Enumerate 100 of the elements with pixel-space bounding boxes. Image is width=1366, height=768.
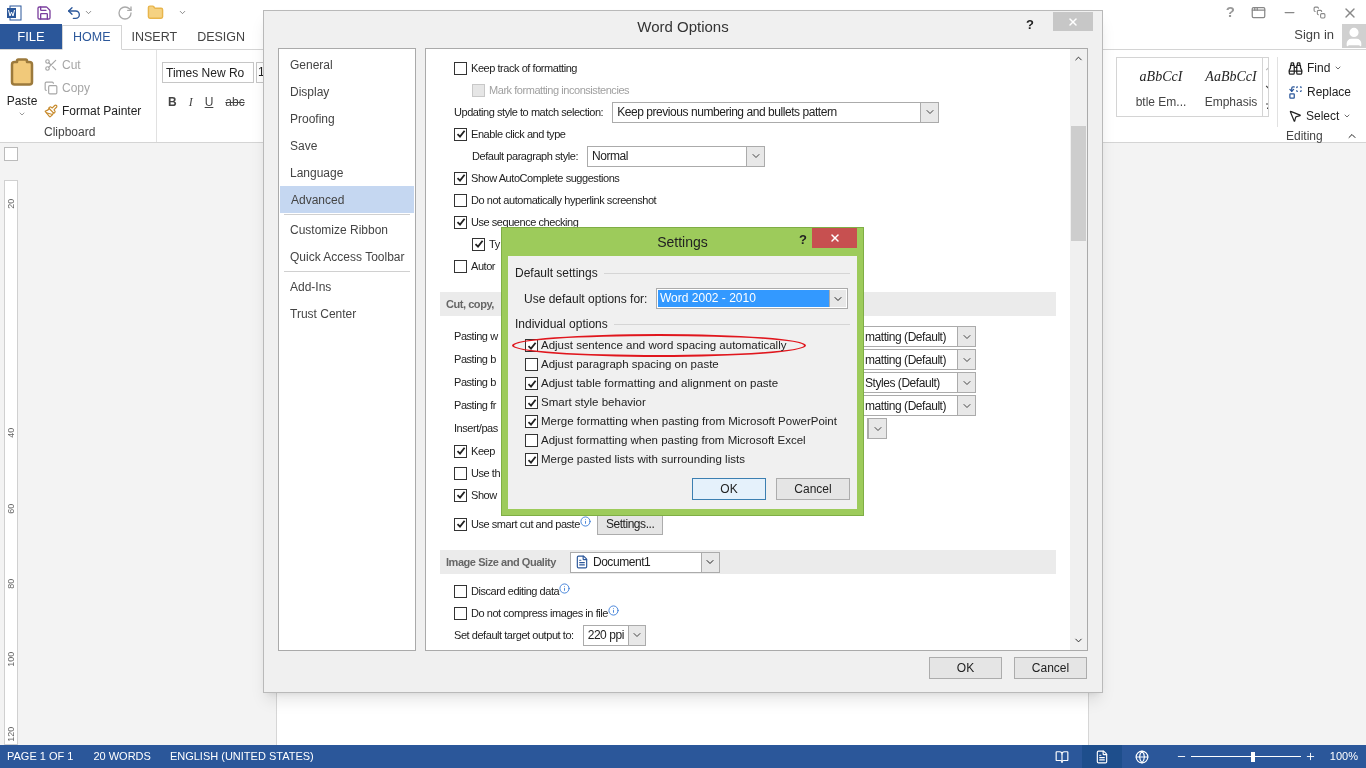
- print-view-button[interactable]: [1081, 745, 1122, 768]
- checkbox[interactable]: [454, 215, 467, 229]
- checkbox[interactable]: [472, 237, 485, 251]
- group-title: Individual options: [515, 316, 608, 333]
- option-label: Use sequence checking: [471, 214, 579, 230]
- category-item[interactable]: Advanced: [280, 186, 414, 213]
- select-button[interactable]: Select: [1288, 105, 1352, 127]
- category-item[interactable]: General: [279, 51, 415, 78]
- checkbox[interactable]: [525, 358, 538, 371]
- group-label: Editing: [1286, 128, 1323, 145]
- dropdown[interactable]: Keep previous numbering and bullets pattern: [612, 101, 940, 123]
- language-status[interactable]: ENGLISH (UNITED STATES): [150, 748, 314, 765]
- dialog-button[interactable]: Cancel: [776, 478, 850, 500]
- section-title: Image Size and Quality: [446, 554, 556, 570]
- zoom-in-icon[interactable]: [1304, 751, 1316, 762]
- checkbox[interactable]: [454, 606, 467, 620]
- help-button[interactable]: ?: [799, 230, 807, 250]
- category-item[interactable]: Quick Access Toolbar: [279, 243, 415, 270]
- checkbox[interactable]: [525, 434, 538, 447]
- format-button[interactable]: I: [188, 93, 193, 111]
- checkbox[interactable]: [454, 171, 467, 185]
- category-item[interactable]: Save: [279, 132, 415, 159]
- style-item[interactable]: aBbCcI btle Em...: [1130, 58, 1192, 116]
- option-label: Show: [471, 487, 497, 503]
- checkbox[interactable]: [454, 127, 467, 141]
- option-label: Keep track of formatting: [471, 60, 577, 76]
- option-label: Smart style behavior: [541, 394, 646, 410]
- checkbox[interactable]: [525, 377, 538, 390]
- ribbon-tab[interactable]: HOME: [62, 25, 122, 50]
- dropdown[interactable]: Normal: [587, 145, 765, 167]
- checkbox[interactable]: [454, 193, 467, 207]
- option-label: Pasting b: [454, 375, 496, 391]
- style-item[interactable]: AaBbCcI Emphasis: [1200, 58, 1262, 116]
- checkbox[interactable]: [454, 444, 467, 458]
- category-item[interactable]: Trust Center: [279, 300, 415, 327]
- globe-icon: [1134, 749, 1149, 764]
- save-icon[interactable]: [36, 4, 52, 21]
- group-label: Clipboard: [44, 124, 96, 141]
- ribbon-tab[interactable]: INSERT: [121, 25, 188, 50]
- ribbon-tab[interactable]: DESIGN: [187, 25, 256, 50]
- page-count[interactable]: PAGE 1 OF 1: [0, 748, 74, 765]
- caret-icon[interactable]: [84, 8, 93, 17]
- file-tab[interactable]: FILE: [0, 24, 62, 49]
- option-label: Pasting w: [454, 329, 498, 345]
- format-painter-button[interactable]: Format Painter: [44, 101, 142, 121]
- option-label: Do not automatically hyperlink screenshot: [471, 192, 657, 208]
- paste-button[interactable]: Paste: [0, 54, 44, 122]
- category-item[interactable]: Add-Ins: [279, 273, 415, 300]
- restore-icon[interactable]: [1313, 6, 1326, 19]
- ruler-number: 40: [5, 426, 18, 440]
- checkbox[interactable]: [454, 61, 467, 75]
- option-label: Do not compress images in file: [471, 605, 608, 621]
- ruler-number: 60: [5, 502, 18, 516]
- zoom-thumb[interactable]: [1251, 751, 1256, 762]
- replace-button[interactable]: Replace: [1288, 81, 1352, 103]
- help-button[interactable]: ?: [1026, 15, 1034, 35]
- checkbox[interactable]: [525, 453, 538, 466]
- checkbox[interactable]: [454, 259, 467, 273]
- checkbox[interactable]: [454, 584, 467, 598]
- dialog-button[interactable]: OK: [929, 657, 1002, 679]
- option-label: Mark formatting inconsistencies: [489, 82, 630, 98]
- scissors-icon: [44, 58, 58, 72]
- format-button[interactable]: abc: [225, 93, 245, 111]
- category-item[interactable]: Proofing: [279, 105, 415, 132]
- document-dropdown[interactable]: Document1: [569, 551, 720, 573]
- group-title: Default settings: [515, 265, 598, 282]
- category-item[interactable]: Customize Ribbon: [279, 216, 415, 243]
- zoom-slider[interactable]: [1190, 752, 1301, 761]
- option-label: Adjust paragraph spacing on paste: [541, 356, 719, 372]
- checkbox[interactable]: [525, 339, 538, 352]
- dropdown[interactable]: 220 ppi: [582, 624, 646, 646]
- dialog-button[interactable]: Cancel: [1014, 657, 1087, 679]
- format-button[interactable]: B: [168, 93, 177, 111]
- customize-toolbar-icon[interactable]: [178, 8, 187, 17]
- checkbox[interactable]: [525, 396, 538, 409]
- checkbox[interactable]: [454, 488, 467, 502]
- caret-icon: [1334, 64, 1343, 72]
- zoom-level[interactable]: 100%: [1315, 748, 1366, 765]
- category-item[interactable]: Language: [279, 159, 415, 186]
- ribbon-display-icon[interactable]: [1251, 5, 1266, 20]
- dialog-button[interactable]: OK: [692, 478, 766, 500]
- sign-in-link[interactable]: Sign in: [1294, 24, 1334, 44]
- checkbox[interactable]: [454, 517, 467, 531]
- book-icon: [1054, 749, 1069, 764]
- checkbox[interactable]: [525, 415, 538, 428]
- scrollbar[interactable]: [1070, 49, 1087, 650]
- find-button[interactable]: Find: [1288, 57, 1352, 79]
- app-logo-icon: [6, 4, 22, 21]
- option-label: Adjust table formatting and alignment on paste: [541, 375, 779, 391]
- font-name-field[interactable]: Times New Ro: [162, 62, 254, 83]
- format-button[interactable]: U: [204, 93, 214, 111]
- option-label: Keep: [471, 443, 495, 459]
- scrollbar-thumb[interactable]: [1071, 126, 1086, 241]
- option-label: Autor: [471, 258, 496, 274]
- category-item[interactable]: Display: [279, 78, 415, 105]
- word-count[interactable]: 20 WORDS: [73, 748, 151, 765]
- option-label: Enable click and type: [471, 126, 566, 142]
- checkbox[interactable]: [454, 466, 467, 480]
- undo-icon[interactable]: [66, 4, 82, 21]
- option-label: Insert/pas: [454, 421, 498, 437]
